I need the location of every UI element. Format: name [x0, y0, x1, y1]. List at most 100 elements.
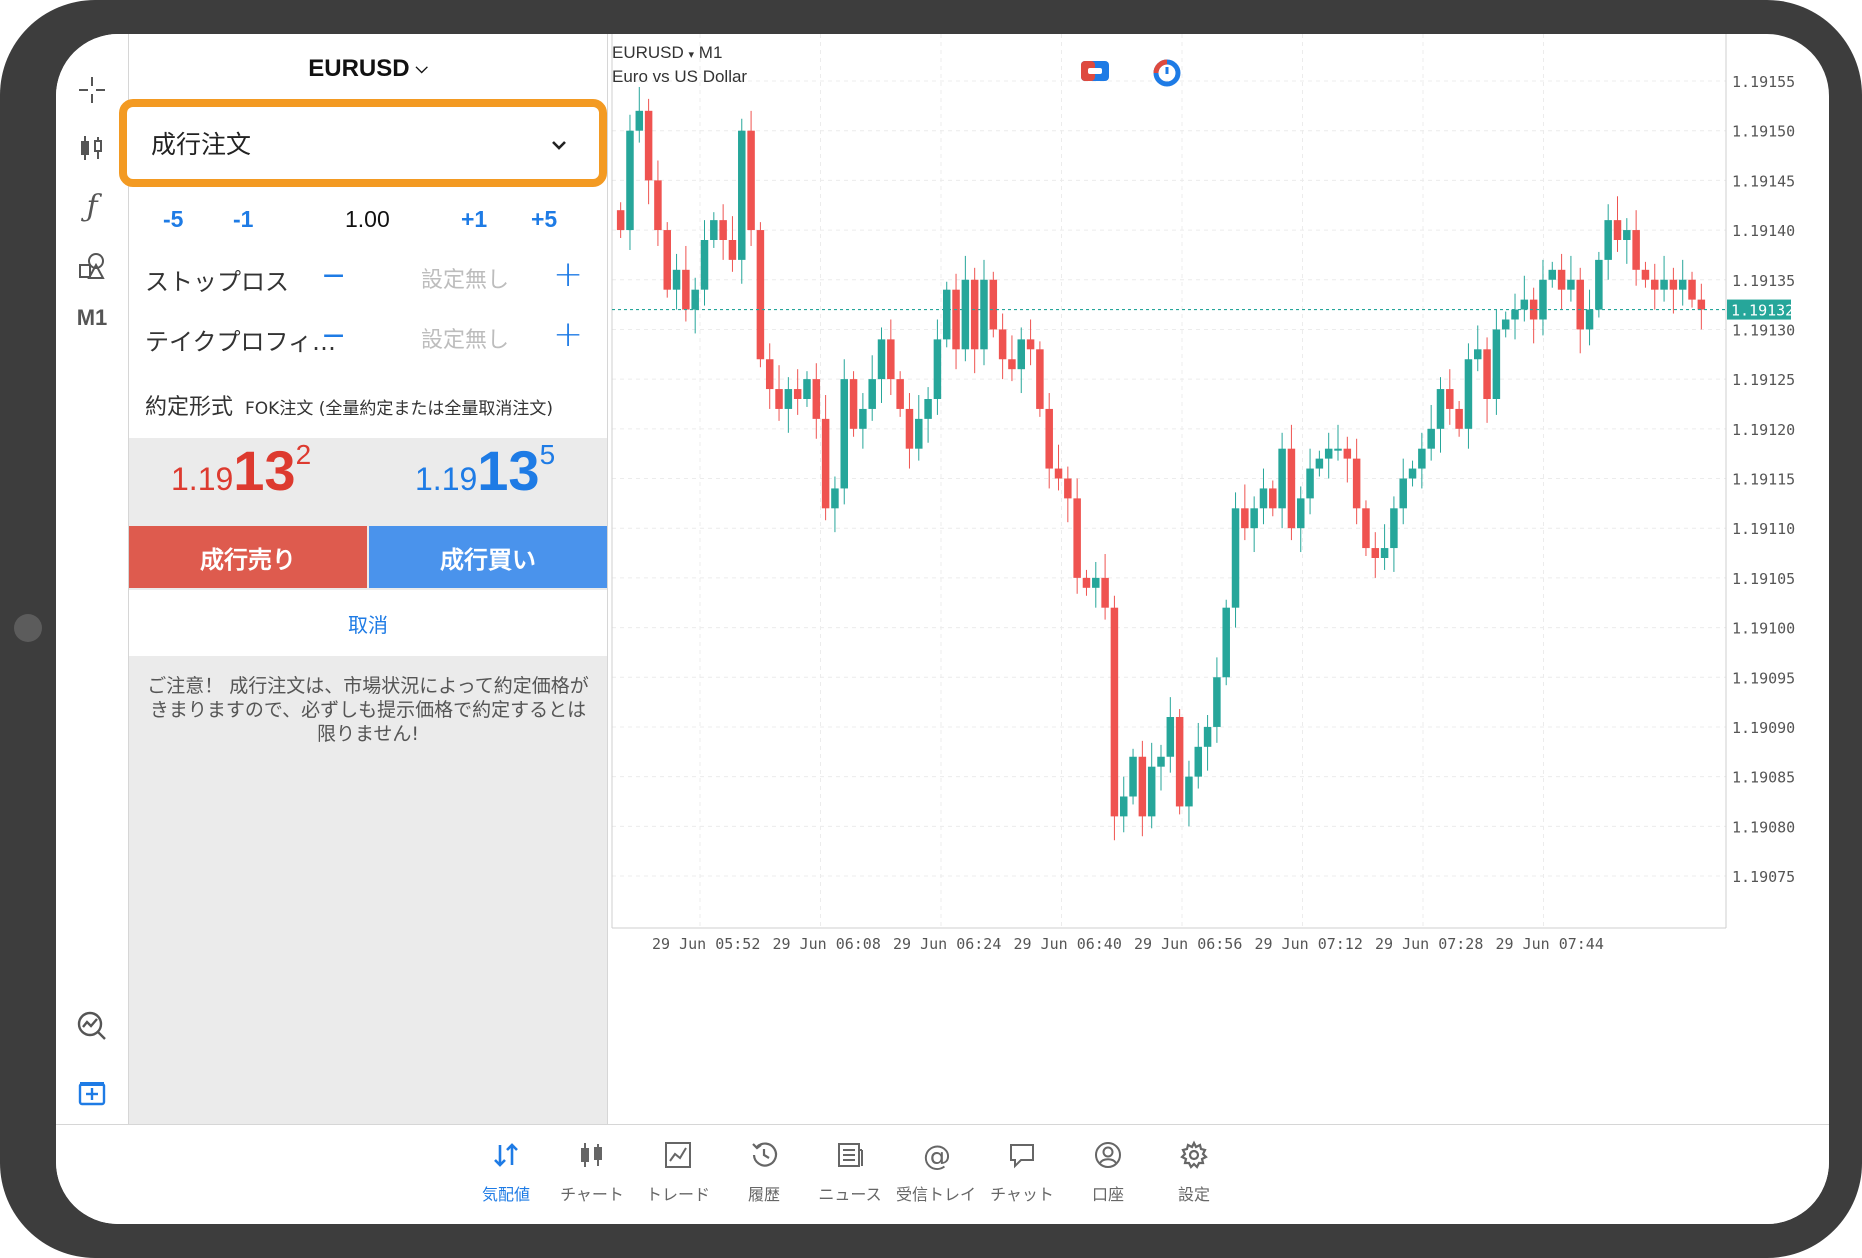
- ask-price: 1.19135: [415, 439, 556, 502]
- candles-icon[interactable]: [66, 126, 118, 170]
- candle-body: [1371, 548, 1380, 558]
- chart-symbol-dropdown-icon[interactable]: ▾: [689, 49, 695, 61]
- candle-body: [1064, 478, 1072, 499]
- fill-policy-row[interactable]: 約定形式 FOK注文 (全量約定または全量取消注文): [145, 389, 605, 421]
- candle-body: [1296, 498, 1305, 529]
- timeframe-button[interactable]: M1: [66, 296, 118, 340]
- function-icon[interactable]: ƒ: [66, 184, 118, 228]
- y-tick-label: 1.19100: [1732, 620, 1795, 638]
- y-tick-label: 1.19120: [1732, 421, 1795, 439]
- indicator-chart-icon[interactable]: [66, 1004, 118, 1048]
- candle-body: [784, 389, 793, 409]
- chart-description: Euro vs US Dollar: [612, 67, 748, 86]
- nav-settings[interactable]: 設定: [1144, 1135, 1244, 1205]
- stop-loss-plus-button[interactable]: +: [553, 254, 583, 295]
- candle-body: [1352, 458, 1361, 509]
- x-tick-label: 29 Jun 06:56: [1134, 935, 1242, 953]
- candle-body: [1017, 339, 1026, 370]
- candle-body: [672, 269, 681, 290]
- candle-body: [1380, 548, 1389, 558]
- candle-body: [1576, 279, 1584, 330]
- candle-body: [616, 210, 625, 231]
- take-profit-plus-button[interactable]: +: [553, 314, 583, 355]
- candle-body: [1464, 359, 1473, 429]
- news-icon: [800, 1135, 900, 1175]
- nav-quotes[interactable]: 気配値: [456, 1135, 556, 1205]
- svg-text:@: @: [923, 1140, 951, 1170]
- tablet-frame: ƒ M1 EURUSD ⌵ -5 -1 1.00 +1 +5 ストップロス − …: [0, 0, 1862, 1258]
- fill-policy-label: 約定形式: [145, 395, 234, 420]
- candle-body: [998, 329, 1007, 360]
- one-click-trading-icon[interactable]: [1080, 60, 1110, 86]
- volume-plus-1-button[interactable]: +1: [461, 206, 487, 233]
- objects-icon[interactable]: [66, 244, 118, 288]
- nav-history[interactable]: 履歴: [714, 1135, 814, 1205]
- candle-body: [1613, 220, 1622, 240]
- candle-body: [1110, 607, 1119, 817]
- nav-chart-bars[interactable]: チャート: [542, 1135, 642, 1205]
- y-tick-label: 1.19095: [1732, 669, 1795, 687]
- y-tick-label: 1.19075: [1732, 868, 1795, 886]
- cancel-button[interactable]: 取消: [129, 590, 607, 656]
- mail-icon: @: [886, 1135, 986, 1175]
- symbol-selector[interactable]: EURUSD ⌵: [129, 44, 607, 94]
- candle-body: [868, 379, 876, 409]
- candle-body: [980, 279, 988, 350]
- chart-symbol[interactable]: EURUSD: [612, 43, 684, 62]
- nav-news[interactable]: ニュース: [800, 1135, 900, 1205]
- candle-body: [738, 130, 746, 260]
- candle-body: [1501, 319, 1510, 330]
- y-tick-label: 1.19110: [1732, 520, 1795, 538]
- volume-row: -5 -1 1.00 +1 +5: [129, 202, 607, 242]
- candle-body: [1660, 279, 1668, 290]
- stop-loss-minus-button[interactable]: −: [321, 258, 346, 293]
- candle-body: [1045, 408, 1053, 469]
- buy-by-market-button[interactable]: 成行買い: [369, 526, 607, 588]
- crosshair-icon[interactable]: [66, 68, 118, 112]
- candle-body: [1511, 309, 1519, 320]
- volume-minus-5-button[interactable]: -5: [163, 206, 183, 233]
- candle-body: [747, 130, 755, 231]
- y-tick-label: 1.19130: [1732, 321, 1795, 339]
- take-profit-minus-button[interactable]: −: [321, 318, 346, 353]
- volume-minus-1-button[interactable]: -1: [233, 206, 253, 233]
- y-tick-label: 1.19145: [1732, 172, 1795, 190]
- nav-trade[interactable]: トレード: [628, 1135, 728, 1205]
- candle-body: [952, 289, 960, 350]
- order-type-select[interactable]: 成行注文: [119, 99, 607, 187]
- bid-price: 1.19132: [171, 439, 312, 502]
- candle-body: [1315, 458, 1324, 469]
- nav-label: 設定: [1177, 1185, 1210, 1204]
- history-icon: [714, 1135, 814, 1175]
- candle-body: [1129, 756, 1137, 797]
- candle-body: [887, 339, 895, 380]
- chat-icon: [972, 1135, 1072, 1175]
- candle-body: [812, 379, 821, 419]
- candle-body: [1362, 508, 1370, 549]
- volume-input[interactable]: 1.00: [345, 206, 390, 233]
- add-window-icon[interactable]: [66, 1071, 118, 1115]
- candle-body: [1520, 299, 1529, 310]
- sell-by-market-button[interactable]: 成行売り: [129, 526, 367, 588]
- candlestick-chart[interactable]: 1.19155 1.19150 1.19145 1.19140 1.19135 1.191…: [606, 34, 1829, 1124]
- depth-of-market-icon[interactable]: [1152, 58, 1182, 92]
- market-order-notice: ご注意！ 成行注文は、市場状況によって約定価格がきまりますので、必ずしも提示価格…: [147, 675, 589, 745]
- nav-chat[interactable]: チャット: [972, 1135, 1072, 1205]
- chart-area[interactable]: 1.19155 1.19150 1.19145 1.19140 1.19135 1.191…: [606, 34, 1829, 1124]
- nav-mail[interactable]: @ 受信トレイ: [886, 1135, 986, 1205]
- candle-body: [1492, 329, 1501, 399]
- take-profit-input[interactable]: 設定無し: [421, 322, 509, 354]
- chart-bars-icon: [542, 1135, 642, 1175]
- candle-body: [1157, 756, 1165, 767]
- candle-body: [1073, 498, 1081, 578]
- symbol-label: EURUSD: [308, 55, 410, 82]
- stop-loss-input[interactable]: 設定無し: [421, 262, 509, 294]
- quotes-icon: [456, 1135, 556, 1175]
- app-screen: ƒ M1 EURUSD ⌵ -5 -1 1.00 +1 +5 ストップロス − …: [56, 34, 1829, 1224]
- candle-body: [1185, 776, 1193, 807]
- chevron-down-icon: [551, 131, 567, 155]
- fill-policy-value: FOK注文 (全量約定または全量取消注文): [245, 399, 553, 419]
- camera: [14, 614, 42, 642]
- nav-account[interactable]: 口座: [1058, 1135, 1158, 1205]
- volume-plus-5-button[interactable]: +5: [531, 206, 557, 233]
